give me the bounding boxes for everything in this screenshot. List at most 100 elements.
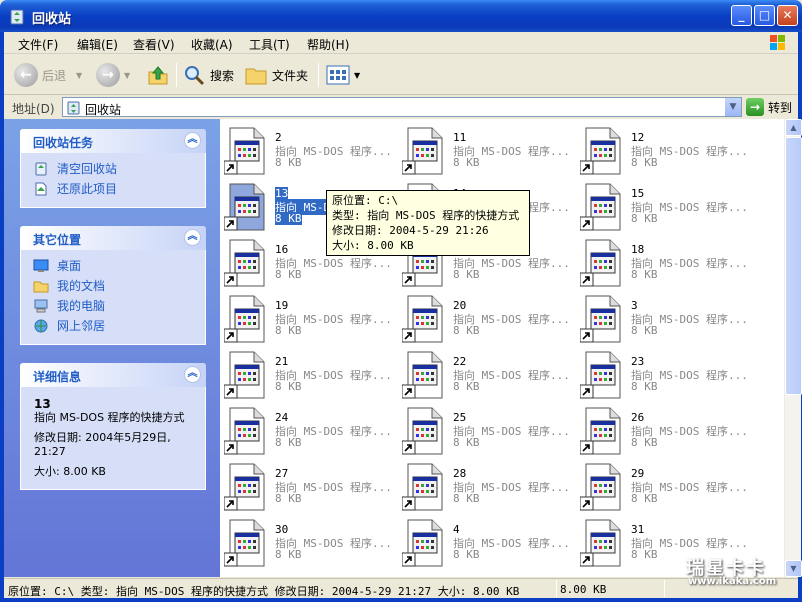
file-item[interactable]: 27 指向 MS-DOS 程序... 8 KB <box>220 459 398 511</box>
window-title: 回收站 <box>32 12 72 27</box>
file-item[interactable]: 2 指向 MS-DOS 程序... 8 KB <box>220 123 398 175</box>
toolbar-separator <box>176 63 177 87</box>
close-button[interactable]: ✕ <box>777 5 798 26</box>
panel-body: 清空回收站 还原此项目 <box>20 153 206 208</box>
file-size: 8 KB <box>631 436 658 449</box>
recycle-bin-tasks-panel: 回收站任务 ︽ 清空回收站 还原此项目 <box>20 129 206 208</box>
msdos-shortcut-icon <box>224 519 265 567</box>
msdos-shortcut-icon <box>224 127 265 175</box>
vertical-scrollbar[interactable]: ▲ ▼ <box>784 119 802 577</box>
file-list-view[interactable]: 2 指向 MS-DOS 程序... 8 KB 11 指向 MS-DOS 程序... 8 K… <box>220 119 784 577</box>
status-divider <box>556 580 557 597</box>
address-value: 回收站 <box>85 103 122 117</box>
views-button[interactable]: ▼ <box>326 61 360 89</box>
panel-title: 其它位置 <box>33 233 82 247</box>
file-item[interactable]: 30 指向 MS-DOS 程序... 8 KB <box>220 515 398 567</box>
msdos-shortcut-icon <box>402 407 443 455</box>
file-item[interactable]: 18 指向 MS-DOS 程序... 8 KB <box>576 235 754 287</box>
address-input[interactable]: 回收站 ▼ <box>62 97 742 117</box>
collapse-icon[interactable]: ︽ <box>184 132 201 149</box>
scroll-up-button[interactable]: ▲ <box>785 119 802 136</box>
panel-header[interactable]: 其它位置 ︽ <box>20 226 206 250</box>
file-size: 8 KB <box>631 268 658 281</box>
collapse-icon[interactable]: ︽ <box>184 366 201 383</box>
place-network-link[interactable]: 网上邻居 <box>21 316 205 336</box>
search-button[interactable]: 搜索 <box>182 61 234 89</box>
file-item[interactable]: 25 指向 MS-DOS 程序... 8 KB <box>398 403 576 455</box>
tooltip-location: 原位置: C:\ <box>332 194 399 207</box>
file-size: 8 KB <box>275 548 302 561</box>
file-size: 8 KB <box>631 324 658 337</box>
views-icon <box>326 65 350 85</box>
place-desktop-link[interactable]: 桌面 <box>21 256 205 276</box>
status-divider <box>664 580 665 597</box>
panel-body: 桌面 我的文档 我的电脑 网上邻居 <box>20 250 206 345</box>
chevron-down-icon: ▼ <box>76 70 83 80</box>
scroll-thumb[interactable] <box>785 137 802 395</box>
collapse-icon[interactable]: ︽ <box>184 229 201 246</box>
menu-edit[interactable]: 编辑(E) <box>77 36 118 53</box>
toolbar: ← 后退 ▼ → ▼ 搜索 文件夹 ▼ <box>4 55 798 95</box>
file-item[interactable]: 26 指向 MS-DOS 程序... 8 KB <box>576 403 754 455</box>
file-size: 8 KB <box>453 436 480 449</box>
file-item[interactable]: 4 指向 MS-DOS 程序... 8 KB <box>398 515 576 567</box>
file-item[interactable]: 23 指向 MS-DOS 程序... 8 KB <box>576 347 754 399</box>
menu-help[interactable]: 帮助(H) <box>307 36 349 53</box>
file-item[interactable]: 12 指向 MS-DOS 程序... 8 KB <box>576 123 754 175</box>
file-size: 8 KB <box>275 212 302 225</box>
file-item[interactable]: 11 指向 MS-DOS 程序... 8 KB <box>398 123 576 175</box>
search-icon <box>185 66 205 86</box>
menu-file[interactable]: 文件(F) <box>18 36 58 53</box>
empty-recycle-bin-link[interactable]: 清空回收站 <box>21 159 205 179</box>
msdos-shortcut-icon <box>402 351 443 399</box>
go-button[interactable]: → 转到 <box>746 97 792 117</box>
msdos-shortcut-icon <box>402 295 443 343</box>
restore-item-link[interactable]: 还原此项目 <box>21 179 205 199</box>
title-bar[interactable]: 回收站 _ □ ✕ <box>0 0 802 32</box>
forward-button[interactable]: → ▼ <box>96 61 130 89</box>
back-label: 后退 <box>42 68 67 83</box>
windows-logo-icon <box>770 35 785 50</box>
folders-button[interactable]: 文件夹 <box>244 61 308 89</box>
file-size: 8 KB <box>453 380 480 393</box>
recycle-bin-icon <box>35 162 47 176</box>
file-item[interactable]: 20 指向 MS-DOS 程序... 8 KB <box>398 291 576 343</box>
maximize-button[interactable]: □ <box>754 5 775 26</box>
search-label: 搜索 <box>210 68 235 83</box>
back-button[interactable]: ← 后退 ▼ <box>14 61 82 89</box>
file-item[interactable]: 21 指向 MS-DOS 程序... 8 KB <box>220 347 398 399</box>
desktop-icon <box>33 259 49 272</box>
file-item[interactable]: 19 指向 MS-DOS 程序... 8 KB <box>220 291 398 343</box>
details-file-name: 13 <box>34 397 51 411</box>
up-folder-button[interactable] <box>146 61 170 89</box>
restore-icon <box>35 182 47 196</box>
panel-header[interactable]: 回收站任务 ︽ <box>20 129 206 153</box>
file-size: 8 KB <box>275 268 302 281</box>
recycle-bin-icon <box>10 9 24 25</box>
file-size: 8 KB <box>275 436 302 449</box>
minimize-button[interactable]: _ <box>731 5 752 26</box>
panel-header[interactable]: 详细信息 ︽ <box>20 363 206 387</box>
file-item[interactable]: 28 指向 MS-DOS 程序... 8 KB <box>398 459 576 511</box>
msdos-shortcut-icon <box>580 127 621 175</box>
file-size: 8 KB <box>631 380 658 393</box>
msdos-shortcut-icon <box>402 463 443 511</box>
details-body: 13 指向 MS-DOS 程序的快捷方式 修改日期: 2004年5月29日, 2… <box>20 387 206 490</box>
menu-tools[interactable]: 工具(T) <box>249 36 290 53</box>
file-item[interactable]: 24 指向 MS-DOS 程序... 8 KB <box>220 403 398 455</box>
msdos-shortcut-icon <box>402 127 443 175</box>
address-dropdown-button[interactable]: ▼ <box>724 98 741 116</box>
menu-favorites[interactable]: 收藏(A) <box>191 36 233 53</box>
file-item[interactable]: 3 指向 MS-DOS 程序... 8 KB <box>576 291 754 343</box>
file-item[interactable]: 22 指向 MS-DOS 程序... 8 KB <box>398 347 576 399</box>
file-item[interactable]: 29 指向 MS-DOS 程序... 8 KB <box>576 459 754 511</box>
recycle-bin-icon <box>67 101 80 115</box>
toolbar-separator <box>318 63 319 87</box>
status-text: 原位置: C:\ 类型: 指向 MS-DOS 程序的快捷方式 修改日期: 200… <box>8 585 520 598</box>
place-my-computer-link[interactable]: 我的电脑 <box>21 296 205 316</box>
file-item[interactable]: 15 指向 MS-DOS 程序... 8 KB <box>576 179 754 231</box>
menu-view[interactable]: 查看(V) <box>133 36 175 53</box>
place-label: 网上邻居 <box>57 319 106 333</box>
msdos-shortcut-icon <box>224 407 265 455</box>
place-my-documents-link[interactable]: 我的文档 <box>21 276 205 296</box>
